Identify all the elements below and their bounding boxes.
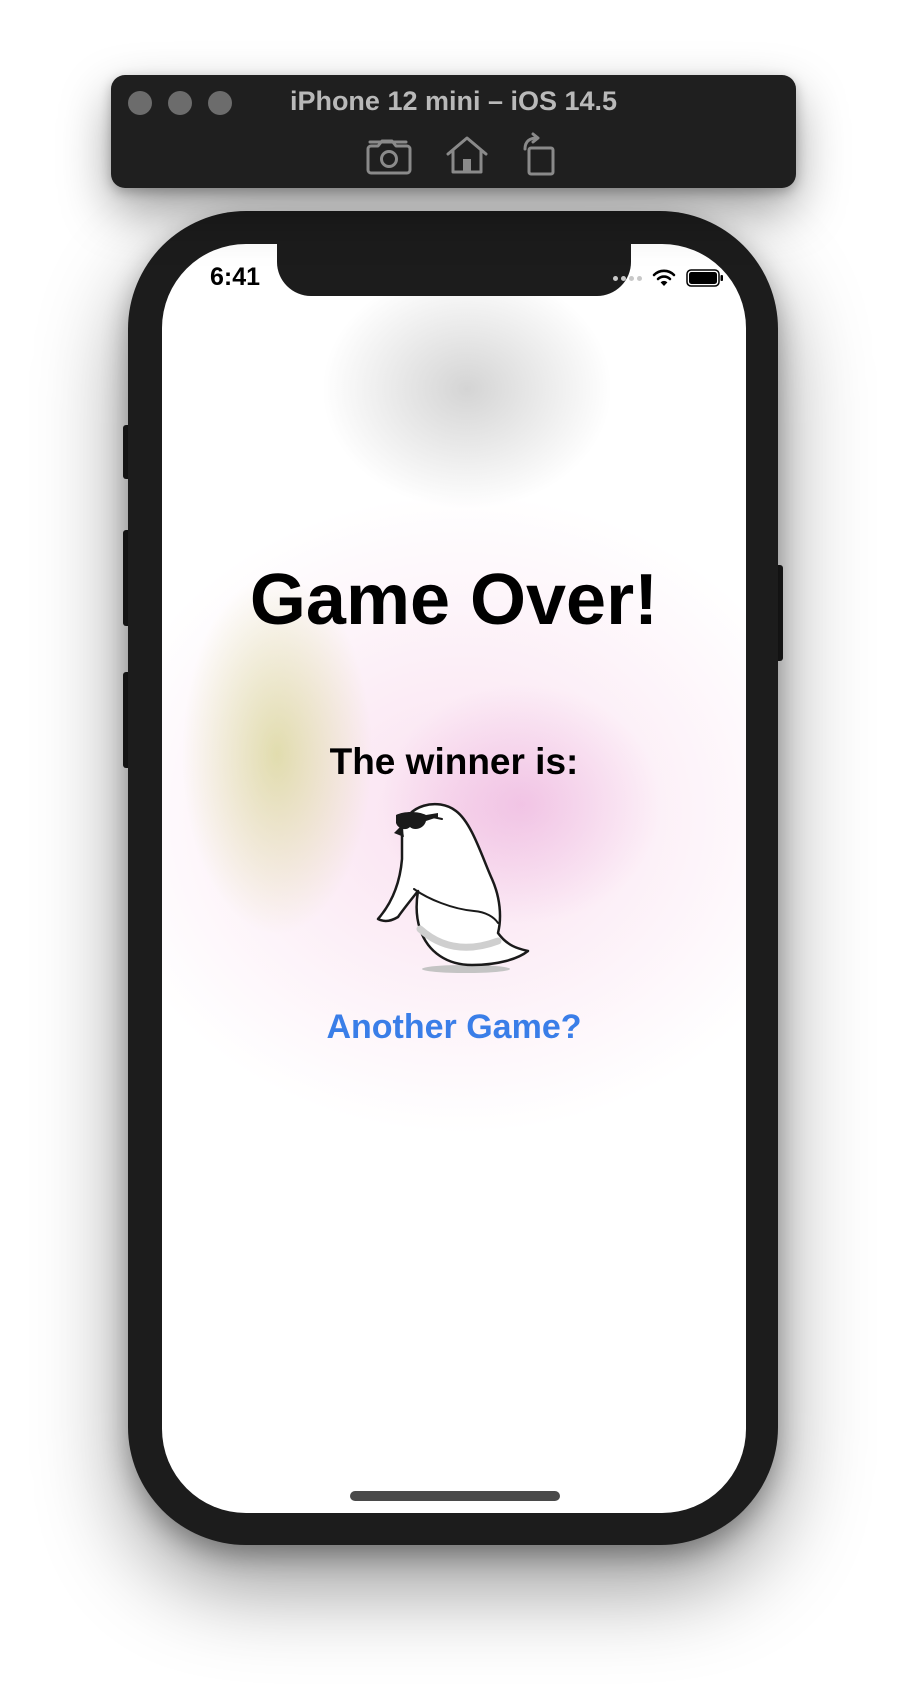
winner-penguin-image xyxy=(368,799,538,979)
home-button[interactable] xyxy=(442,132,492,178)
status-time: 6:41 xyxy=(210,263,261,291)
winner-label: The winner is: xyxy=(329,741,579,782)
rotate-icon xyxy=(523,132,555,176)
home-icon xyxy=(446,136,488,174)
another-game-button[interactable]: Another Game? xyxy=(162,1008,746,1047)
penguin-icon xyxy=(376,802,530,973)
wifi-icon xyxy=(652,269,676,286)
signal-icon xyxy=(613,275,642,281)
home-indicator[interactable] xyxy=(350,1491,560,1501)
screenshot-button[interactable] xyxy=(364,132,414,178)
game-over-title: Game Over! xyxy=(249,560,659,640)
simulator-title: iPhone 12 mini – iOS 14.5 xyxy=(289,86,618,116)
background-blur-gray xyxy=(322,269,612,509)
status-icons xyxy=(613,266,724,290)
device-screen: 6:41 Game Over! The winner is: Another G… xyxy=(162,244,746,1513)
notch xyxy=(277,244,631,296)
battery-icon xyxy=(686,269,723,287)
screenshot-icon xyxy=(366,139,412,175)
rotate-button[interactable] xyxy=(515,132,565,178)
